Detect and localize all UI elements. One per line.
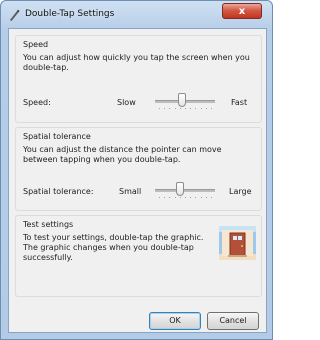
dialog-window: Double-Tap Settings x Speed You can adju… xyxy=(0,0,273,340)
close-icon: x xyxy=(238,6,246,17)
speed-description: You can adjust how quickly you tap the s… xyxy=(23,53,250,72)
spatial-slider-track xyxy=(155,189,215,192)
speed-slider[interactable] xyxy=(155,93,215,111)
slider-tick xyxy=(169,197,170,198)
door-icon[interactable] xyxy=(219,226,256,260)
slider-tick xyxy=(211,108,212,109)
spatial-small-label: Small xyxy=(119,187,142,196)
spatial-slider-ticks xyxy=(155,197,215,200)
dialog-content: Speed You can adjust how quickly you tap… xyxy=(8,28,267,333)
cancel-button[interactable]: Cancel xyxy=(207,312,259,330)
slider-tick xyxy=(159,197,160,198)
test-description: To test your settings, double-tap the gr… xyxy=(23,233,204,262)
slider-tick xyxy=(164,108,165,109)
slider-tick xyxy=(190,108,191,109)
slider-tick xyxy=(206,197,207,198)
slider-tick xyxy=(190,197,191,198)
close-button[interactable]: x xyxy=(222,3,262,19)
speed-slider-ticks xyxy=(155,108,215,111)
spatial-slider[interactable] xyxy=(155,182,215,200)
spatial-large-label: Large xyxy=(229,187,252,196)
test-settings-group: Test settings To test your settings, dou… xyxy=(15,215,262,297)
slider-tick xyxy=(180,108,181,109)
slider-tick xyxy=(195,108,196,109)
slider-tick xyxy=(164,197,165,198)
speed-slider-thumb[interactable] xyxy=(178,93,186,107)
slider-tick xyxy=(201,197,202,198)
slider-tick xyxy=(211,197,212,198)
speed-slow-label: Slow xyxy=(117,98,136,107)
slider-tick xyxy=(185,197,186,198)
slider-tick xyxy=(180,197,181,198)
slider-tick xyxy=(195,197,196,198)
spatial-description: You can adjust the distance the pointer … xyxy=(23,145,222,164)
ok-button[interactable]: OK xyxy=(149,312,201,330)
title-bar[interactable]: Double-Tap Settings x xyxy=(1,1,272,29)
spatial-group-title: Spatial tolerance xyxy=(23,132,91,141)
slider-tick xyxy=(159,108,160,109)
speed-group-title: Speed xyxy=(23,40,49,49)
slider-tick xyxy=(206,108,207,109)
speed-group: Speed You can adjust how quickly you tap… xyxy=(15,35,262,123)
test-group-title: Test settings xyxy=(23,220,74,229)
slider-tick xyxy=(169,108,170,109)
slider-tick xyxy=(175,108,176,109)
speed-label: Speed: xyxy=(23,98,51,107)
spatial-label: Spatial tolerance: xyxy=(23,187,94,196)
pen-icon xyxy=(10,9,20,21)
slider-tick xyxy=(175,197,176,198)
slider-tick xyxy=(185,108,186,109)
slider-tick xyxy=(201,108,202,109)
speed-fast-label: Fast xyxy=(231,98,248,107)
spatial-slider-thumb[interactable] xyxy=(176,182,184,196)
spatial-tolerance-group: Spatial tolerance You can adjust the dis… xyxy=(15,127,262,211)
window-title: Double-Tap Settings xyxy=(25,9,115,19)
